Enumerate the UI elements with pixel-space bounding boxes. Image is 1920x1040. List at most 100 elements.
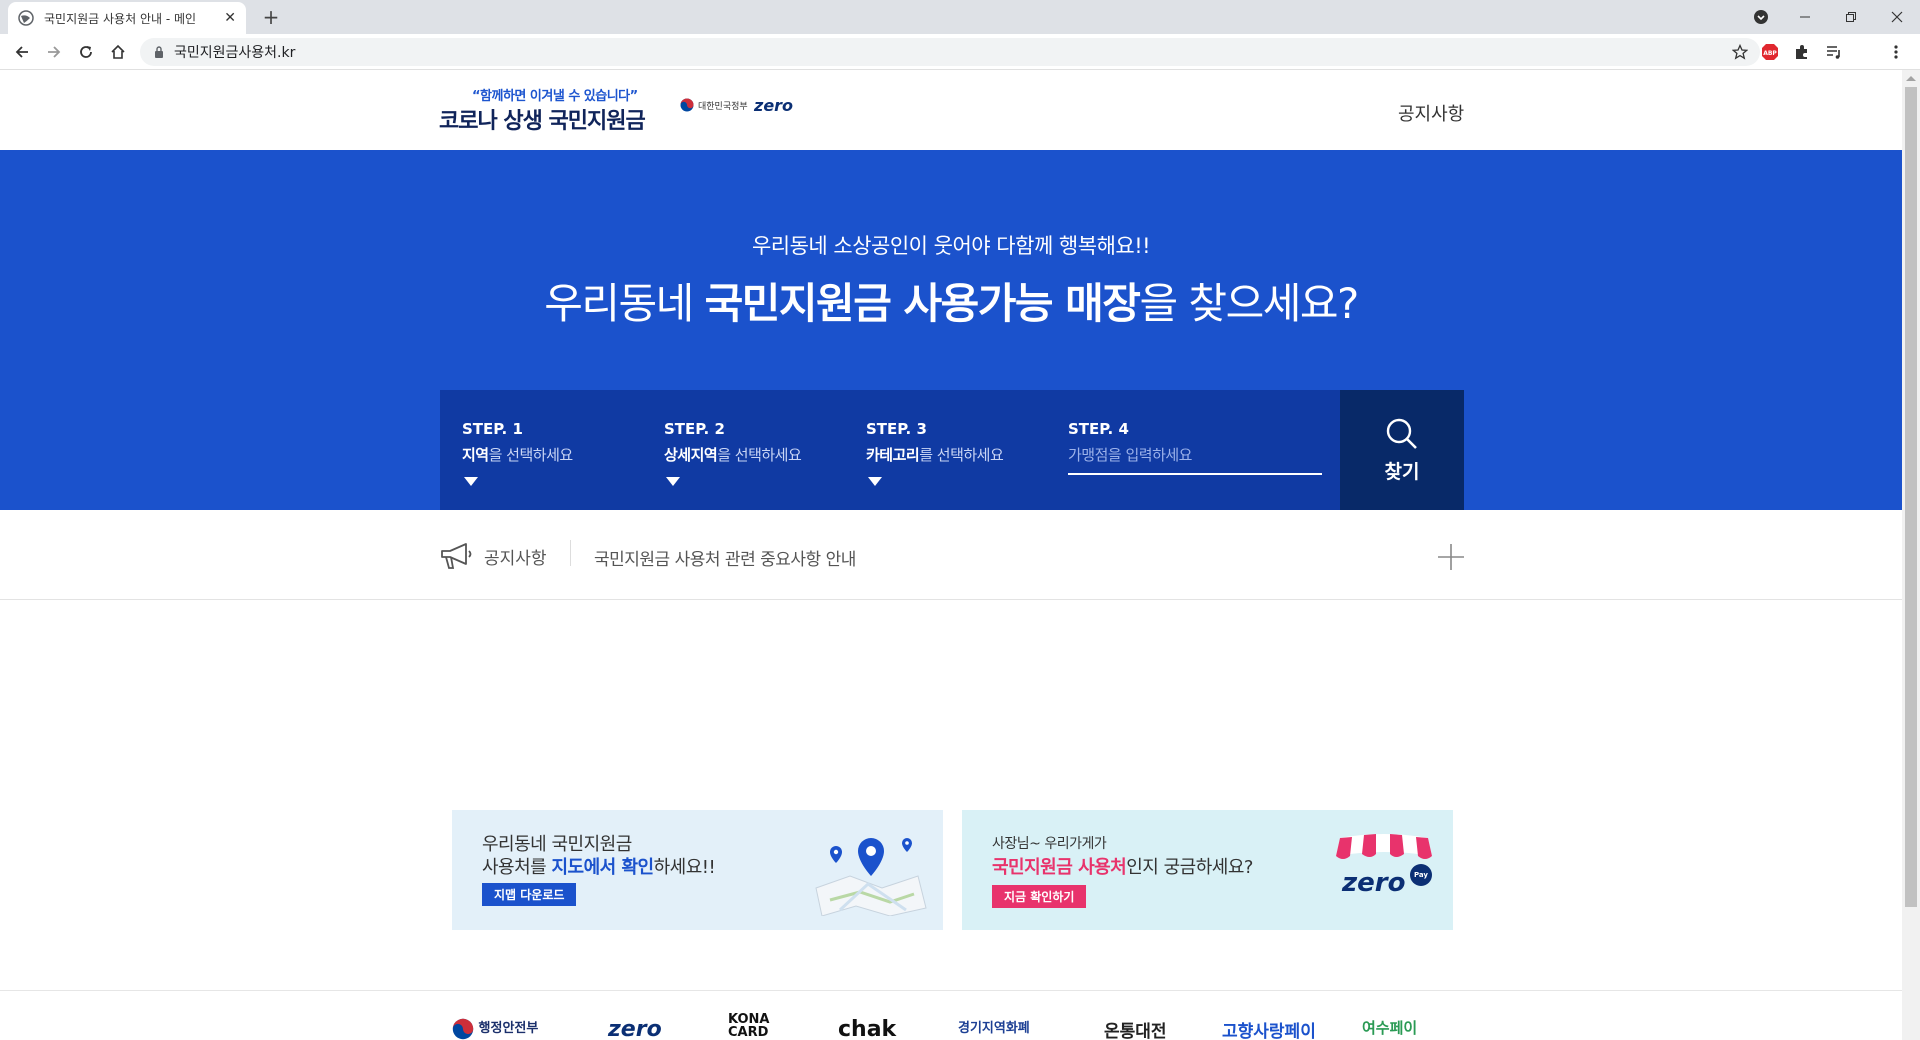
logo-slogan: “함께하면 이겨낼 수 있습니다” [472, 89, 638, 104]
taegeuk-icon [680, 98, 694, 112]
scrollbar-thumb[interactable] [1905, 87, 1917, 907]
close-icon [1891, 11, 1903, 23]
step-label: STEP. 4 [1068, 420, 1129, 438]
pay-badge: Pay [1410, 864, 1432, 886]
tab-close-icon[interactable]: ✕ [224, 10, 236, 26]
url-text: 국민지원금사용처.kr [174, 45, 296, 61]
step-2-detail-region-select[interactable]: STEP. 2 상세지역을 선택하세요 [664, 420, 864, 486]
adblock-icon: ABP [1762, 44, 1778, 60]
map-pin-icon [815, 838, 927, 916]
step-desc: 지역을 선택하세요 [462, 446, 573, 464]
storefront-awning-icon [1336, 834, 1432, 859]
browser-tab-strip: 국민지원금 사용처 안내 - 메인 ✕ + [0, 0, 1920, 34]
map-banner[interactable]: 우리동네 국민지원금 사용처를 지도에서 확인하세요!! 지맵 다운로드 [452, 810, 943, 930]
browser-toolbar: 국민지원금사용처.kr ABP [0, 34, 1920, 70]
search-button[interactable]: 찾기 [1340, 390, 1464, 510]
forward-button[interactable] [42, 40, 66, 64]
home-icon [111, 44, 125, 59]
reload-icon [80, 46, 92, 58]
hero-title: 우리동네 국민지원금 사용가능 매장을 찾으세요? [0, 270, 1902, 331]
merchant-check-banner[interactable]: 사장님~ 우리가게가 국민지원금 사용처인지 궁금하세요? 지금 확인하기 ze… [962, 810, 1453, 930]
site-logo[interactable]: 코로나 상생 국민지원금 [439, 103, 646, 135]
hero-title-prefix: 우리동네 [544, 279, 705, 328]
check-now-button[interactable]: 지금 확인하기 [992, 885, 1087, 908]
back-button[interactable] [10, 40, 34, 64]
arrow-left-icon [15, 46, 28, 58]
plus-icon[interactable] [1438, 544, 1464, 570]
hero-title-bold: 국민지원금 사용가능 매장 [704, 279, 1141, 328]
reading-list-button[interactable] [1824, 42, 1844, 62]
home-button[interactable] [106, 40, 130, 64]
search-icon [1386, 418, 1417, 449]
government-logo: 대한민국정부 [680, 98, 748, 112]
extensions-button[interactable] [1792, 42, 1812, 62]
step-1-region-select[interactable]: STEP. 1 지역을 선택하세요 [462, 420, 662, 486]
step-label: STEP. 3 [866, 420, 927, 438]
gov-label: 대한민국정부 [698, 101, 748, 112]
taegeuk-icon [452, 1018, 474, 1039]
partner-logo-strip: 행정안전부 zero KONA CARD chak 경기지역화폐 온통대전 고향… [0, 990, 1902, 1040]
search-button-label: 찾기 [1384, 460, 1420, 483]
puzzle-icon [1796, 45, 1807, 59]
web-page: “함께하면 이겨낼 수 있습니다” 코로나 상생 국민지원금 대한민국정부 ze… [0, 70, 1902, 1040]
partner-logo[interactable]: zero [608, 1017, 662, 1040]
partner-logo[interactable]: 여수페이 [1362, 1017, 1417, 1038]
map-download-button[interactable]: 지맵 다운로드 [482, 883, 577, 906]
close-window-button[interactable] [1874, 0, 1920, 34]
playlist-icon [1827, 46, 1840, 59]
divider [570, 540, 571, 566]
minimize-button[interactable] [1782, 0, 1828, 34]
reload-button[interactable] [74, 40, 98, 64]
hero-section: 우리동네 소상공인이 웃어야 다함께 행복해요!! 우리동네 국민지원금 사용가… [0, 150, 1902, 510]
site-header: “함께하면 이겨낼 수 있습니다” 코로나 상생 국민지원금 대한민국정부 ze… [0, 70, 1902, 150]
browser-menu-button[interactable] [1886, 42, 1906, 62]
partner-logo[interactable]: 행정안전부 [452, 1017, 538, 1040]
step-desc: 상세지역을 선택하세요 [664, 446, 802, 464]
minimize-icon [1800, 16, 1810, 18]
partner-logo[interactable]: chak [838, 1017, 896, 1040]
notice-label: 공지사항 [484, 549, 547, 569]
svg-text:ABP: ABP [1763, 50, 1777, 57]
arrow-right-icon [48, 46, 61, 58]
notice-headline[interactable]: 국민지원금 사용처 관련 중요사항 안내 [594, 545, 856, 570]
address-bar[interactable]: 국민지원금사용처.kr [140, 38, 1760, 66]
adblock-extension[interactable]: ABP [1760, 42, 1780, 62]
step-label: STEP. 1 [462, 420, 523, 438]
dropdown-arrow-icon [464, 477, 478, 486]
dropdown-arrow-icon [666, 477, 680, 486]
scroll-up-icon[interactable] [1906, 76, 1916, 81]
notice-bar: 공지사항 국민지원금 사용처 관련 중요사항 안내 [0, 510, 1902, 600]
tab-title: 국민지원금 사용처 안내 - 메인 [44, 11, 197, 26]
hero-title-suffix: 을 찾으세요? [1139, 279, 1359, 328]
dropdown-arrow-icon [868, 477, 882, 486]
browser-tab[interactable]: 국민지원금 사용처 안내 - 메인 ✕ [8, 2, 246, 34]
tab-search-button[interactable] [1738, 0, 1784, 34]
megaphone-icon [441, 543, 472, 569]
map-banner-line2: 사용처를 지도에서 확인하세요!! [482, 857, 716, 878]
partner-logo[interactable]: 온통대전 [1104, 1017, 1167, 1040]
new-tab-button[interactable]: + [258, 4, 284, 30]
star-icon[interactable] [1732, 44, 1748, 60]
merchant-banner-line1: 사장님~ 우리가게가 [992, 836, 1107, 852]
merchant-banner-line2: 국민지원금 사용처인지 궁금하세요? [992, 857, 1253, 878]
zero-pay-logo: zero Pay [1342, 864, 1432, 898]
store-name-input[interactable]: 가맹점을 입력하세요 [1068, 444, 1322, 475]
zero-logo: zero [754, 96, 794, 115]
step-desc: 카테고리를 선택하세요 [866, 446, 1004, 464]
step-label: STEP. 2 [664, 420, 725, 438]
globe-icon [18, 10, 34, 26]
partner-logo[interactable]: 경기지역화폐 [958, 1017, 1030, 1036]
chevron-down-icon [1754, 10, 1768, 24]
header-notice-link[interactable]: 공지사항 [1398, 100, 1464, 126]
hero-subtitle: 우리동네 소상공인이 웃어야 다함께 행복해요!! [751, 234, 1151, 258]
store-search-panel: STEP. 1 지역을 선택하세요 STEP. 2 상세지역을 선택하세요 ST… [440, 390, 1464, 510]
page-scrollbar[interactable] [1902, 70, 1920, 1040]
step-4-store-name: STEP. 4 가맹점을 입력하세요 [1068, 420, 1328, 475]
partner-logo[interactable]: KONA CARD [728, 1013, 782, 1039]
kebab-menu-icon [1894, 45, 1898, 59]
lock-icon [155, 46, 163, 58]
restore-icon [1846, 12, 1856, 22]
partner-logo[interactable]: 고향사랑페이 [1222, 1017, 1316, 1040]
step-3-category-select[interactable]: STEP. 3 카테고리를 선택하세요 [866, 420, 1066, 486]
restore-button[interactable] [1828, 0, 1874, 34]
